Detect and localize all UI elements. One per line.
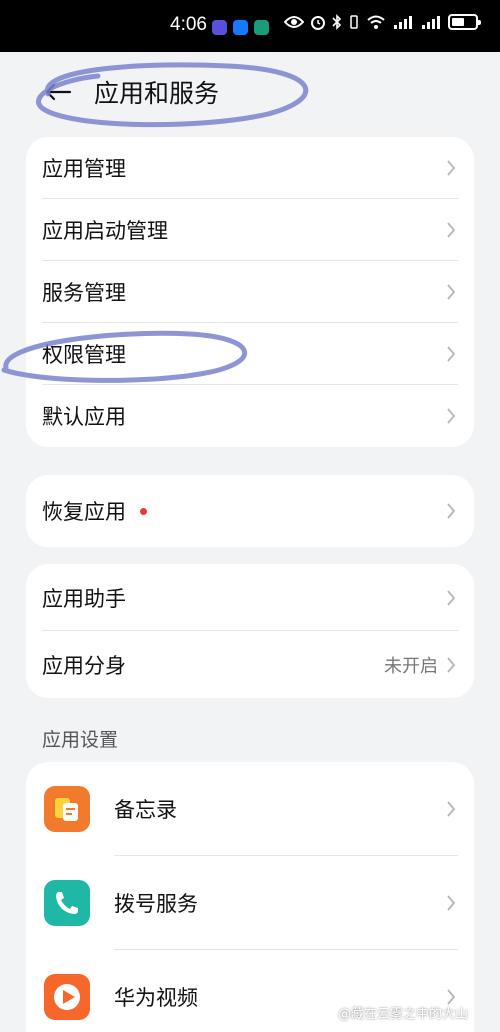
row-label: 权限管理 bbox=[42, 343, 126, 367]
status-indicators bbox=[284, 14, 481, 30]
signal-icon bbox=[394, 16, 412, 29]
signal-icon bbox=[422, 16, 440, 29]
phone-icon bbox=[44, 880, 90, 926]
row-app-management[interactable]: 应用管理 bbox=[26, 137, 474, 199]
row-label: 应用启动管理 bbox=[42, 219, 168, 243]
status-time: 4:06 bbox=[170, 14, 207, 35]
row-label: 应用助手 bbox=[42, 586, 126, 611]
bluetooth-icon bbox=[332, 14, 342, 30]
chevron-right-icon bbox=[447, 346, 456, 362]
chevron-right-icon bbox=[447, 801, 456, 817]
chevron-right-icon bbox=[447, 284, 456, 300]
page-title: 应用和服务 bbox=[94, 79, 220, 108]
row-app-assistant[interactable]: 应用助手 bbox=[26, 564, 474, 631]
row-permission-management[interactable]: 权限管理 bbox=[26, 323, 474, 385]
page-header: 应用和服务 bbox=[0, 52, 500, 132]
row-label: 服务管理 bbox=[42, 281, 126, 305]
notification-app-icon bbox=[212, 20, 227, 35]
main-settings-card: 应用管理 应用启动管理 服务管理 权限管理 默认应用 bbox=[26, 137, 474, 447]
chevron-right-icon bbox=[447, 503, 456, 519]
row-service-management[interactable]: 服务管理 bbox=[26, 261, 474, 323]
back-arrow-icon[interactable] bbox=[44, 82, 72, 102]
memo-icon bbox=[44, 786, 90, 832]
chevron-right-icon bbox=[447, 222, 456, 238]
chevron-right-icon bbox=[447, 408, 456, 424]
app-row-dialer[interactable]: 拨号服务 bbox=[26, 856, 474, 950]
row-label: 应用分身 bbox=[42, 653, 126, 678]
app-settings-card: 备忘录 拨号服务 华为视频 bbox=[26, 762, 474, 1032]
app-label: 华为视频 bbox=[114, 986, 198, 1010]
chevron-right-icon bbox=[447, 656, 456, 673]
status-notification-icons bbox=[212, 20, 269, 35]
chevron-right-icon bbox=[447, 160, 456, 176]
notification-dot bbox=[140, 507, 147, 515]
row-default-apps[interactable]: 默认应用 bbox=[26, 385, 474, 447]
row-label: 默认应用 bbox=[42, 405, 126, 429]
app-assist-card: 应用助手 应用分身 未开启 bbox=[26, 564, 474, 698]
row-label: 恢复应用 bbox=[42, 500, 126, 524]
app-label: 备忘录 bbox=[114, 798, 177, 822]
watermark: @藏在云雾之中的大山 bbox=[338, 1007, 469, 1022]
battery-icon bbox=[448, 14, 481, 30]
row-restore-apps[interactable]: 恢复应用 bbox=[26, 475, 474, 547]
alipay-icon bbox=[233, 20, 248, 35]
video-icon bbox=[44, 974, 90, 1020]
row-app-launch-management[interactable]: 应用启动管理 bbox=[26, 199, 474, 261]
eye-icon bbox=[284, 16, 304, 28]
row-label: 应用管理 bbox=[42, 157, 126, 181]
app-row-memo[interactable]: 备忘录 bbox=[26, 762, 474, 856]
notification-app-icon bbox=[254, 20, 269, 35]
alarm-icon bbox=[311, 16, 325, 30]
status-bar: 4:06 bbox=[0, 0, 500, 52]
section-title-app-settings: 应用设置 bbox=[42, 729, 119, 751]
restore-apps-card: 恢复应用 bbox=[26, 475, 474, 547]
chevron-right-icon bbox=[447, 589, 456, 606]
row-app-twin[interactable]: 应用分身 未开启 bbox=[26, 631, 474, 698]
vibrate-icon bbox=[350, 15, 358, 29]
row-status-value: 未开启 bbox=[384, 655, 438, 677]
wifi-icon bbox=[367, 15, 385, 29]
chevron-right-icon bbox=[447, 895, 456, 911]
app-label: 拨号服务 bbox=[114, 892, 198, 916]
